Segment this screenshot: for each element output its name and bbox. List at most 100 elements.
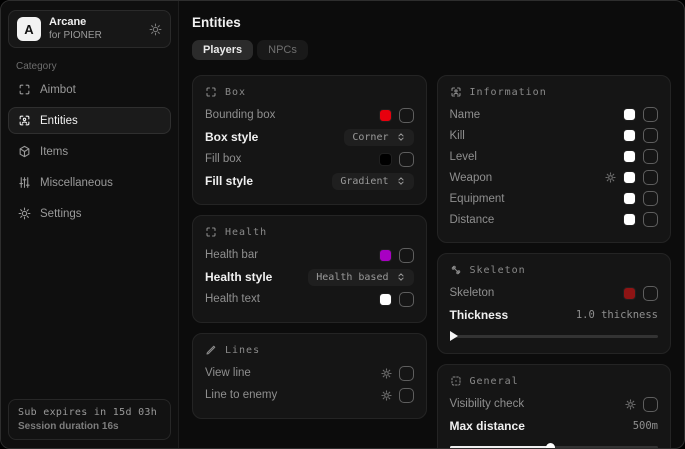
sidebar: A Arcane for PIONER Category Aimbot Enti… xyxy=(1,1,179,448)
setting-label: Health text xyxy=(205,293,260,305)
sub-expiry-text: Sub expires in 15d 03h xyxy=(18,407,161,418)
sliders-icon xyxy=(18,176,31,189)
thickness-slider-thumb[interactable] xyxy=(450,331,458,341)
color-swatch[interactable] xyxy=(379,293,392,306)
color-swatch[interactable] xyxy=(623,129,636,142)
slider-track[interactable] xyxy=(450,335,659,338)
checkbox[interactable] xyxy=(399,366,414,381)
checkbox[interactable] xyxy=(399,108,414,123)
gear-icon[interactable] xyxy=(381,368,392,379)
checkbox[interactable] xyxy=(643,107,658,122)
setting-row: Box style Corner xyxy=(205,126,414,148)
sidebar-item-miscellaneous[interactable]: Miscellaneous xyxy=(8,169,171,196)
sidebar-item-entities[interactable]: Entities xyxy=(8,107,171,134)
session-duration-text: Session duration 16s xyxy=(18,421,161,432)
checkbox[interactable] xyxy=(399,248,414,263)
color-swatch[interactable] xyxy=(623,213,636,226)
sidebar-item-label: Settings xyxy=(40,208,82,220)
general-panel: General Visibility check Max distance 50… xyxy=(437,364,672,448)
checkbox[interactable] xyxy=(643,191,658,206)
setting-label: Equipment xyxy=(450,193,505,205)
panel-title: Box xyxy=(225,87,246,98)
checkbox[interactable] xyxy=(399,152,414,167)
checkbox[interactable] xyxy=(643,212,658,227)
thickness-slider[interactable] xyxy=(450,331,659,341)
panel-title: General xyxy=(470,376,519,387)
brand-card: A Arcane for PIONER xyxy=(8,10,171,48)
subscription-box: Sub expires in 15d 03h Session duration … xyxy=(8,399,171,440)
max-distance-slider[interactable] xyxy=(450,442,659,448)
skeleton-panel: Skeleton Skeleton Thickness 1.0 thicknes… xyxy=(437,253,672,354)
setting-label: Health style xyxy=(205,270,272,284)
setting-label: Box style xyxy=(205,130,258,144)
setting-label: Weapon xyxy=(450,172,493,184)
unfold-icon xyxy=(396,132,406,142)
max-distance-slider-thumb[interactable] xyxy=(546,443,555,448)
brand-name: Arcane xyxy=(49,16,141,30)
setting-label: Visibility check xyxy=(450,398,525,410)
color-swatch[interactable] xyxy=(623,108,636,121)
checkbox[interactable] xyxy=(399,292,414,307)
panel-title: Information xyxy=(470,87,547,98)
gear-icon[interactable] xyxy=(625,399,636,410)
lines-panel: Lines View line Line to enemy xyxy=(192,333,427,419)
tab-players[interactable]: Players xyxy=(192,40,253,60)
sidebar-item-settings[interactable]: Settings xyxy=(8,200,171,227)
gear-icon xyxy=(18,207,31,220)
setting-row: Skeleton xyxy=(450,282,659,304)
checkbox[interactable] xyxy=(643,128,658,143)
setting-row: Level xyxy=(450,146,659,167)
checkbox[interactable] xyxy=(643,286,658,301)
scan-brackets-icon xyxy=(205,86,217,98)
health-panel: Health Health bar Health style Health ba… xyxy=(192,215,427,323)
fill-style-dropdown[interactable]: Gradient xyxy=(332,173,413,190)
pencil-icon xyxy=(205,344,217,356)
dropdown-value: Health based xyxy=(316,272,388,283)
tab-npcs[interactable]: NPCs xyxy=(257,40,308,60)
setting-row: View line xyxy=(205,362,414,384)
thickness-value: 1.0 thickness xyxy=(576,309,658,321)
setting-row: Line to enemy xyxy=(205,384,414,406)
color-swatch[interactable] xyxy=(623,192,636,205)
checkbox[interactable] xyxy=(643,149,658,164)
box-panel: Box Bounding box Box style Corner xyxy=(192,75,427,205)
setting-label: Skeleton xyxy=(450,287,495,299)
checkbox[interactable] xyxy=(643,397,658,412)
setting-label: Kill xyxy=(450,130,465,142)
brand-subtitle: for PIONER xyxy=(49,30,141,43)
color-swatch[interactable] xyxy=(379,109,392,122)
setting-label: Health bar xyxy=(205,249,258,261)
color-swatch[interactable] xyxy=(623,287,636,300)
checkbox[interactable] xyxy=(643,170,658,185)
panel-title: Skeleton xyxy=(470,265,526,276)
setting-row: Bounding box xyxy=(205,104,414,126)
setting-row: Fill box xyxy=(205,148,414,170)
box-style-dropdown[interactable]: Corner xyxy=(344,129,413,146)
panel-title: Lines xyxy=(225,345,260,356)
gear-icon[interactable] xyxy=(149,23,162,36)
max-distance-value: 500m xyxy=(633,420,658,432)
information-panel: Information Name Kill xyxy=(437,75,672,243)
category-label: Category xyxy=(16,61,171,72)
color-swatch[interactable] xyxy=(379,153,392,166)
app-window: A Arcane for PIONER Category Aimbot Enti… xyxy=(0,0,685,449)
checkbox[interactable] xyxy=(399,388,414,403)
sidebar-item-aimbot[interactable]: Aimbot xyxy=(8,76,171,103)
setting-label: View line xyxy=(205,367,251,379)
setting-label: Max distance xyxy=(450,419,525,433)
gear-icon[interactable] xyxy=(381,390,392,401)
page-title: Entities xyxy=(192,15,671,30)
gear-icon[interactable] xyxy=(605,172,616,183)
setting-row: Health text xyxy=(205,288,414,310)
color-swatch[interactable] xyxy=(623,171,636,184)
setting-row: Fill style Gradient xyxy=(205,170,414,192)
setting-row: Visibility check xyxy=(450,393,659,415)
setting-label: Level xyxy=(450,151,478,163)
sidebar-item-items[interactable]: Items xyxy=(8,138,171,165)
color-swatch[interactable] xyxy=(623,150,636,163)
sidebar-item-label: Aimbot xyxy=(40,84,76,96)
unfold-icon xyxy=(396,176,406,186)
entity-scan-icon xyxy=(450,86,462,98)
health-style-dropdown[interactable]: Health based xyxy=(308,269,413,286)
color-swatch[interactable] xyxy=(379,249,392,262)
